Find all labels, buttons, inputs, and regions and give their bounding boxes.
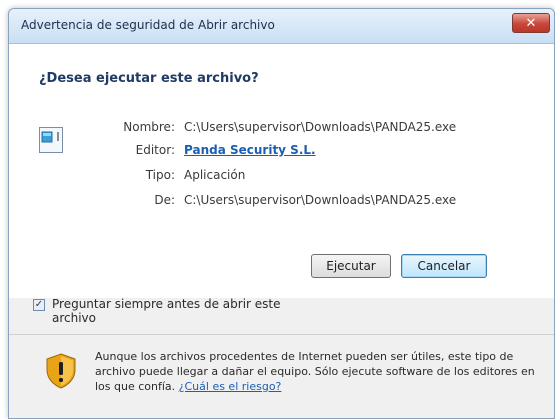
dialog-question: ¿Desea ejecutar este archivo? <box>39 71 259 86</box>
publisher-label: Editor: <box>135 143 175 157</box>
warning-text: Aunque los archivos procedentes de Inter… <box>95 350 535 393</box>
risk-link[interactable]: ¿Cuál es el riesgo? <box>179 380 282 393</box>
name-label: Nombre: <box>123 120 175 134</box>
from-value: C:\Users\supervisor\Downloads\PANDA25.ex… <box>184 193 457 207</box>
cancel-button-label: Cancelar <box>417 259 471 273</box>
always-ask-checkbox[interactable]: ✓ <box>33 299 45 311</box>
close-icon: ✕ <box>525 15 537 31</box>
check-mark-icon: ✓ <box>34 299 44 310</box>
cancel-button[interactable]: Cancelar <box>401 254 487 278</box>
security-warning-dialog: Advertencia de seguridad de Abrir archiv… <box>8 8 555 419</box>
warning-panel: Aunque los archivos procedentes de Inter… <box>9 335 554 418</box>
warning-message: Aunque los archivos procedentes de Inter… <box>95 349 535 394</box>
run-button[interactable]: Ejecutar <box>311 254 391 278</box>
type-label: Tipo: <box>145 168 175 182</box>
shield-warning-icon <box>46 353 76 389</box>
title-bar[interactable]: Advertencia de seguridad de Abrir archiv… <box>9 9 554 44</box>
always-ask-label[interactable]: Preguntar siempre antes de abrir este ar… <box>52 297 292 325</box>
executable-file-icon <box>39 127 63 153</box>
window-title: Advertencia de seguridad de Abrir archiv… <box>21 18 275 32</box>
name-value: C:\Users\supervisor\Downloads\PANDA25.ex… <box>184 120 457 134</box>
type-value: Aplicación <box>184 168 246 182</box>
from-label: De: <box>154 193 175 207</box>
publisher-link[interactable]: Panda Security S.L. <box>184 143 316 157</box>
dialog-content: ¿Desea ejecutar este archivo? Nombre: C:… <box>9 44 554 298</box>
close-button[interactable]: ✕ <box>512 13 550 33</box>
run-button-label: Ejecutar <box>326 259 376 273</box>
